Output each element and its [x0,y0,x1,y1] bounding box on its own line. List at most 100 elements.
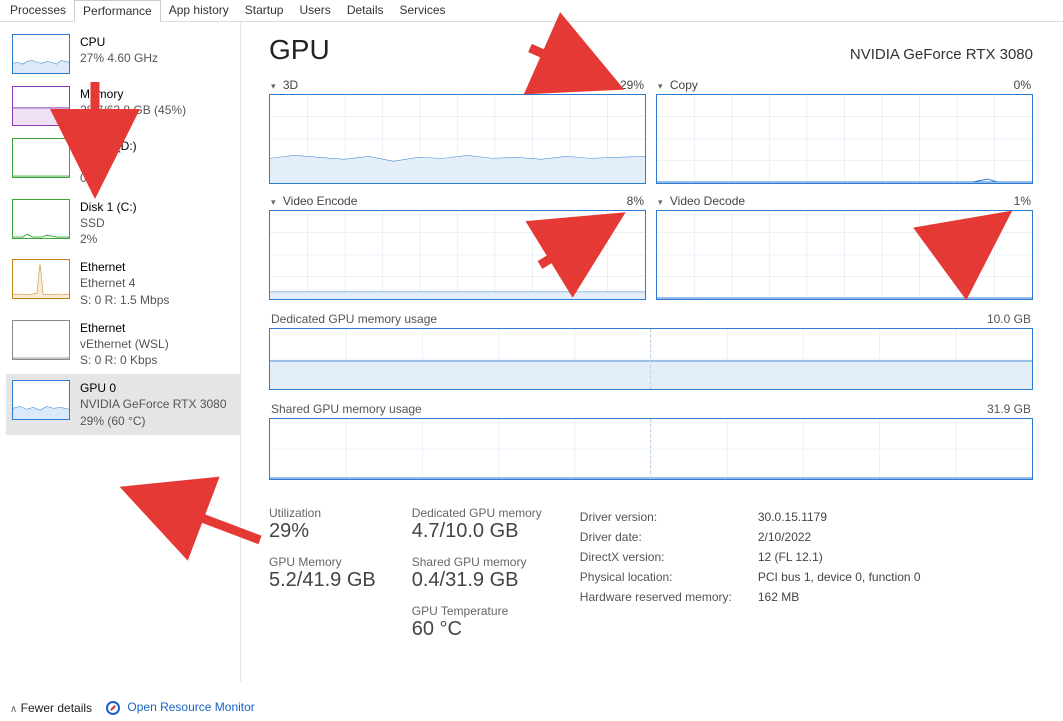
stat-dedicated-value: 4.7/10.0 GB [412,520,542,543]
sidebar-disk1-title: Disk 1 (C:) [80,199,137,215]
kv-val: 2/10/2022 [758,528,921,546]
kv-row: DirectX version:12 (FL 12.1) [580,548,921,566]
chevron-down-icon: ▾ [658,197,663,207]
disk0-mini-chart [12,138,70,178]
engine-encode-chart [269,210,646,300]
sidebar-item-memory[interactable]: Memory 28.7/63.8 GB (45%) [6,80,240,132]
kv-row: Physical location:PCI bus 1, device 0, f… [580,568,921,586]
dedicated-mem-chart [269,328,1033,390]
cpu-mini-chart [12,34,70,74]
tab-bar: Processes Performance App history Startu… [0,0,1063,22]
sidebar-gpu-sub2: 29% (60 °C) [80,413,227,429]
kv-val: 162 MB [758,588,921,606]
engine-3d-pct: 29% [620,78,644,92]
fewer-details-button[interactable]: ∧ Fewer details [10,701,92,715]
sidebar-gpu-title: GPU 0 [80,380,227,396]
sidebar-item-disk1[interactable]: Disk 1 (C:) SSD 2% [6,193,240,254]
sidebar-item-disk0[interactable]: Disk 0 (D:) SSD 0% [6,132,240,193]
stat-dedicated-label: Dedicated GPU memory [412,506,542,520]
tab-startup[interactable]: Startup [237,0,292,21]
sidebar-item-ethernet0[interactable]: Ethernet Ethernet 4 S: 0 R: 1.5 Mbps [6,253,240,314]
engine-decode-pct: 1% [1014,194,1031,208]
eth1-mini-chart [12,320,70,360]
engine-decode-chart [656,210,1033,300]
engine-encode-selector[interactable]: ▾ Video Encode [271,194,357,208]
open-resource-monitor-label: Open Resource Monitor [127,700,254,714]
kv-key: Physical location: [580,568,756,586]
stats-section: Utilization 29% GPU Memory 5.2/41.9 GB D… [269,506,1033,645]
sidebar-eth0-sub2: S: 0 R: 1.5 Mbps [80,292,169,308]
sidebar-eth0-title: Ethernet [80,259,169,275]
sidebar: CPU 27% 4.60 GHz Memory 28.7/63.8 GB (45… [0,22,240,682]
stat-gpumem-label: GPU Memory [269,555,376,569]
tab-details[interactable]: Details [339,0,392,21]
resource-monitor-icon [106,701,120,715]
sidebar-disk1-sub2: 2% [80,231,137,247]
content-pane: GPU NVIDIA GeForce RTX 3080 ▾ 3D 29% [240,22,1063,682]
sidebar-item-ethernet1[interactable]: Ethernet vEthernet (WSL) S: 0 R: 0 Kbps [6,314,240,375]
chevron-down-icon: ▾ [271,197,276,207]
sidebar-cpu-title: CPU [80,34,158,50]
engine-copy-chart [656,94,1033,184]
stat-shared-value: 0.4/31.9 GB [412,569,542,592]
disk1-mini-chart [12,199,70,239]
kv-key: Hardware reserved memory: [580,588,756,606]
engine-encode-label: Video Encode [283,194,358,208]
memory-mini-chart [12,86,70,126]
engine-3d-chart [269,94,646,184]
kv-key: DirectX version: [580,548,756,566]
chevron-up-icon: ∧ [10,704,17,715]
kv-key: Driver version: [580,508,756,526]
kv-row: Driver date:2/10/2022 [580,528,921,546]
fewer-details-label: Fewer details [21,701,92,715]
engine-decode-selector[interactable]: ▾ Video Decode [658,194,745,208]
stat-utilization-label: Utilization [269,506,376,520]
shared-mem-max: 31.9 GB [987,402,1031,416]
engine-3d-selector[interactable]: ▾ 3D [271,78,298,92]
dedicated-mem-label: Dedicated GPU memory usage [271,312,437,326]
tab-users[interactable]: Users [291,0,338,21]
stat-utilization-value: 29% [269,520,376,543]
tab-processes[interactable]: Processes [2,0,74,21]
sidebar-item-gpu0[interactable]: GPU 0 NVIDIA GeForce RTX 3080 29% (60 °C… [6,374,240,435]
sidebar-memory-title: Memory [80,86,186,102]
engine-3d-label: 3D [283,78,298,92]
shared-mem-label: Shared GPU memory usage [271,402,422,416]
sidebar-disk0-sub2: 0% [80,170,137,186]
sidebar-memory-sub: 28.7/63.8 GB (45%) [80,102,186,118]
sidebar-gpu-sub1: NVIDIA GeForce RTX 3080 [80,396,227,412]
eth0-mini-chart [12,259,70,299]
engine-decode-label: Video Decode [670,194,745,208]
dedicated-mem-max: 10.0 GB [987,312,1031,326]
sidebar-disk1-sub1: SSD [80,215,137,231]
kv-row: Hardware reserved memory:162 MB [580,588,921,606]
sidebar-item-cpu[interactable]: CPU 27% 4.60 GHz [6,28,240,80]
engine-encode-pct: 8% [627,194,644,208]
kv-row: Driver version:30.0.15.1179 [580,508,921,526]
stat-temp-label: GPU Temperature [412,604,542,618]
sidebar-disk0-title: Disk 0 (D:) [80,138,137,154]
sidebar-eth1-sub1: vEthernet (WSL) [80,336,169,352]
engine-copy-selector[interactable]: ▾ Copy [658,78,698,92]
tab-services[interactable]: Services [392,0,454,21]
stat-temp-value: 60 °C [412,618,542,641]
kv-val: 12 (FL 12.1) [758,548,921,566]
sidebar-disk0-sub1: SSD [80,154,137,170]
engine-copy-label: Copy [670,78,698,92]
footer: ∧ Fewer details Open Resource Monitor [10,700,255,715]
gpu-mini-chart [12,380,70,420]
stat-gpumem-value: 5.2/41.9 GB [269,569,376,592]
stats-kv-table: Driver version:30.0.15.1179 Driver date:… [578,506,923,645]
kv-val: PCI bus 1, device 0, function 0 [758,568,921,586]
tab-app-history[interactable]: App history [161,0,237,21]
page-subtitle: NVIDIA GeForce RTX 3080 [850,46,1033,63]
engine-copy-pct: 0% [1014,78,1031,92]
sidebar-eth1-sub2: S: 0 R: 0 Kbps [80,352,169,368]
page-title: GPU [269,34,330,66]
tab-performance[interactable]: Performance [74,0,161,22]
chevron-down-icon: ▾ [658,81,663,91]
open-resource-monitor-link[interactable]: Open Resource Monitor [106,700,255,715]
shared-mem-chart [269,418,1033,480]
kv-val: 30.0.15.1179 [758,508,921,526]
chevron-down-icon: ▾ [271,81,276,91]
